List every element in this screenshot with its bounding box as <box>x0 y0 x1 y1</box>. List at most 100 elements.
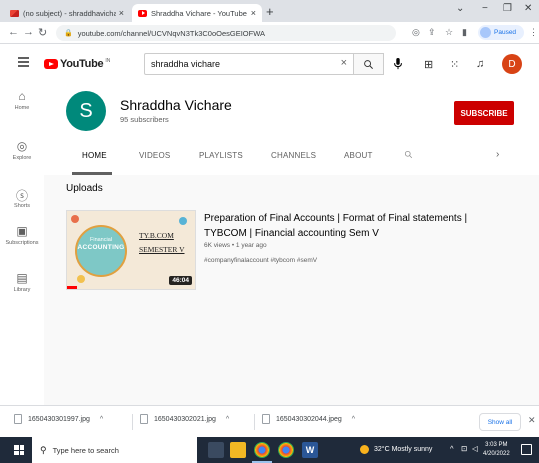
section-heading: Uploads <box>66 183 103 194</box>
channel-search-icon[interactable] <box>404 150 413 161</box>
hamburger-menu-icon[interactable] <box>18 57 29 69</box>
thumbnail-text: TY.B.COM <box>139 231 174 240</box>
close-icon[interactable]: ✕ <box>528 415 536 426</box>
youtube-logo[interactable]: YouTube IN <box>44 58 110 70</box>
youtube-masthead: YouTube IN shraddha vichare × ⊞ ⁙ ♫ D <box>0 45 539 83</box>
download-item[interactable]: 1650430301997.jpg ^ <box>14 414 103 424</box>
system-clock[interactable]: 3:03 PM 4/20/2022 <box>483 441 510 459</box>
chevron-up-icon[interactable]: ^ <box>352 416 355 423</box>
taskbar-search-input[interactable]: ⚲ Type here to search <box>32 437 197 463</box>
channel-content: Uploads Financial ACCOUNTING TY.B.COM SE… <box>44 175 539 405</box>
file-icon <box>140 414 148 424</box>
channel-tabs: HOME VIDEOS PLAYLISTS CHANNELS ABOUT › <box>44 141 539 175</box>
google-lens-icon[interactable]: ◎ <box>412 27 420 38</box>
thumbnail-text: ACCOUNTING <box>77 244 125 251</box>
kebab-menu-icon[interactable]: ⋮ <box>529 27 538 38</box>
windows-start-icon[interactable] <box>14 445 24 455</box>
thumbnail-circle <box>75 225 127 277</box>
back-icon[interactable]: ← <box>8 26 19 38</box>
browser-tab-strip: (no subject) - shraddhavichare3( × Shrad… <box>0 0 539 22</box>
clear-search-icon[interactable]: × <box>341 57 347 69</box>
profile-status: Paused <box>494 29 517 36</box>
chrome-icon[interactable] <box>278 442 294 458</box>
guide-sidebar: ⌂ Home ◎ Explore ⓢ Shorts ▣ Subscription… <box>0 83 44 405</box>
subscriber-count: 95 subscribers <box>120 115 169 124</box>
thumbnail-text: Financial <box>89 237 112 243</box>
youtube-favicon-icon <box>138 9 147 17</box>
guide-item-shorts[interactable]: ⓢ Shorts <box>0 187 44 209</box>
chevron-up-icon[interactable]: ^ <box>226 416 229 423</box>
channel-avatar[interactable]: S <box>66 91 106 131</box>
weather-widget[interactable]: 32°C Mostly sunny <box>360 445 432 454</box>
tab-channels[interactable]: CHANNELS <box>271 151 316 160</box>
tab-playlists[interactable]: PLAYLISTS <box>199 151 243 160</box>
tab-title: Shraddha Vichare - YouTube <box>151 8 247 18</box>
guide-item-explore[interactable]: ◎ Explore <box>0 139 44 161</box>
browser-tab-gmail[interactable]: (no subject) - shraddhavichare3( × <box>4 4 130 22</box>
notification-center-icon[interactable] <box>521 444 532 455</box>
watch-progress-bar <box>67 286 78 289</box>
subscriptions-icon: ▣ <box>16 224 28 238</box>
apps-grid-icon[interactable]: ⁙ <box>450 58 459 71</box>
tab-home[interactable]: HOME <box>82 151 107 160</box>
avatar <box>480 27 491 38</box>
browser-tab-youtube[interactable]: Shraddha Vichare - YouTube × <box>132 4 262 22</box>
tab-videos[interactable]: VIDEOS <box>139 151 170 160</box>
guide-label: Subscriptions <box>5 240 39 246</box>
forward-icon[interactable]: → <box>23 26 34 38</box>
notifications-bell-icon[interactable]: ♫ <box>476 58 484 70</box>
search-placeholder: Type here to search <box>52 445 119 455</box>
chevron-up-icon[interactable]: ^ <box>100 416 103 423</box>
download-item[interactable]: 1650430302044.jpeg ^ <box>262 414 355 424</box>
address-bar[interactable]: 🔒 youtube.com/channel/UCVNqvN3Tk3C0oOesG… <box>56 25 396 41</box>
show-all-button[interactable]: Show all <box>479 413 521 431</box>
network-icon[interactable]: ⊡ <box>461 444 467 453</box>
chevron-right-icon[interactable]: › <box>496 149 499 160</box>
guide-item-library[interactable]: ▤ Library <box>0 271 44 293</box>
close-tab-icon[interactable]: × <box>119 8 124 18</box>
file-explorer-icon[interactable] <box>230 442 246 458</box>
file-icon <box>262 414 270 424</box>
tab-search-chevron-icon[interactable]: ⌄ <box>456 3 464 14</box>
chrome-icon[interactable] <box>254 442 270 458</box>
guide-item-subscriptions[interactable]: ▣ Subscriptions <box>0 224 44 246</box>
microphone-icon <box>394 58 402 70</box>
download-filename: 1650430302044.jpeg <box>276 415 342 423</box>
search-value: shraddha vichare <box>151 59 221 69</box>
download-item[interactable]: 1650430302021.jpg ^ <box>140 414 229 424</box>
task-view-icon[interactable] <box>208 442 224 458</box>
word-icon[interactable]: W <box>302 442 318 458</box>
chevron-up-icon[interactable]: ^ <box>450 444 454 453</box>
restore-icon[interactable]: ❐ <box>503 3 512 14</box>
subscribe-button[interactable]: SUBSCRIBE <box>454 101 514 125</box>
share-icon[interactable]: ⇪ <box>428 27 436 38</box>
guide-label: Library <box>13 287 31 293</box>
volume-icon[interactable]: ◁ <box>472 444 478 453</box>
reload-icon[interactable]: ↻ <box>38 26 47 39</box>
video-thumbnail[interactable]: Financial ACCOUNTING TY.B.COM SEMESTER V… <box>66 210 196 290</box>
search-input[interactable]: shraddha vichare × <box>144 53 354 75</box>
search-button[interactable] <box>354 53 384 75</box>
close-window-icon[interactable]: ✕ <box>524 3 532 14</box>
video-duration: 46:04 <box>169 276 192 285</box>
profile-button[interactable]: Paused <box>478 25 524 40</box>
decoration <box>77 275 85 283</box>
voice-search-button[interactable] <box>393 58 403 72</box>
bookmark-star-icon[interactable]: ☆ <box>445 27 453 38</box>
account-avatar[interactable]: D <box>502 54 522 74</box>
search-icon: ⚲ <box>40 444 47 455</box>
video-title[interactable]: Preparation of Final Accounts | Format o… <box>204 211 474 241</box>
new-tab-button[interactable]: + <box>266 4 274 19</box>
clock-time: 3:03 PM <box>485 442 508 448</box>
close-tab-icon[interactable]: × <box>251 8 256 18</box>
home-icon: ⌂ <box>18 89 26 103</box>
minimize-icon[interactable]: − <box>482 3 488 14</box>
side-panel-icon[interactable]: ▮ <box>462 27 467 38</box>
video-hashtags[interactable]: #companyfinalaccount #tybcom #semV <box>204 257 317 264</box>
youtube-play-icon <box>44 59 58 69</box>
download-filename: 1650430302021.jpg <box>154 415 216 423</box>
tab-about[interactable]: ABOUT <box>344 151 373 160</box>
compass-icon: ◎ <box>16 139 28 153</box>
guide-item-home[interactable]: ⌂ Home <box>0 89 44 111</box>
create-video-icon[interactable]: ⊞ <box>424 58 433 71</box>
